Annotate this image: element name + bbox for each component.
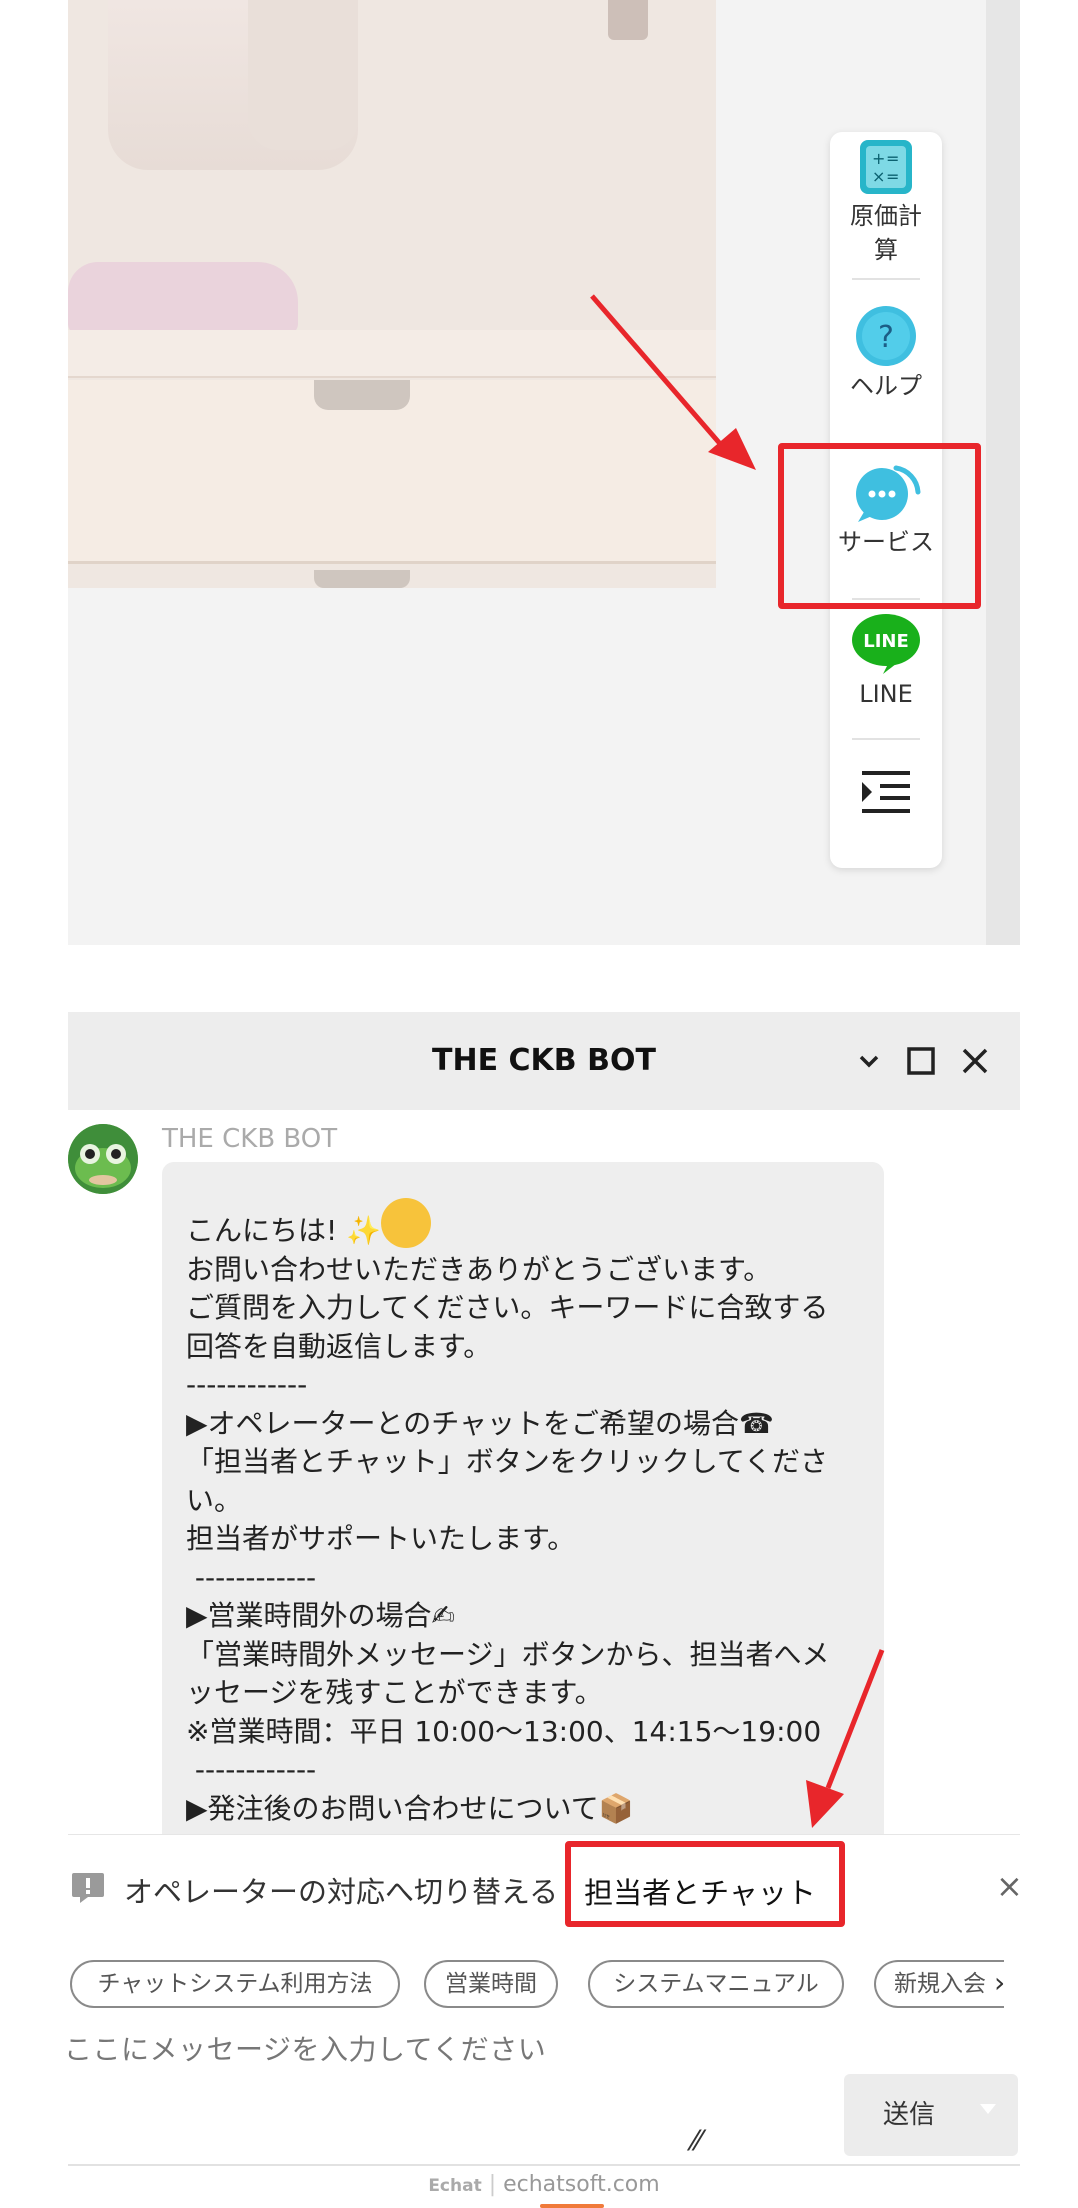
message-line: ------------	[186, 1560, 317, 1594]
message-line: ------------	[186, 1753, 317, 1786]
send-button[interactable]: 送信	[844, 2074, 1018, 2156]
scroll-right-chevron-icon[interactable]: ›	[994, 1966, 1020, 1999]
svg-text:+: +	[872, 149, 885, 168]
message-input-area[interactable]: ここにメッセージを入力してください ⁄⁄ 送信	[68, 2016, 1020, 2164]
svg-text:=: =	[886, 149, 899, 168]
svg-text:?: ?	[878, 320, 894, 355]
svg-text:×: ×	[872, 167, 885, 186]
message-line: ▶オペレーターとのチャットをご希望の場合☎	[186, 1406, 774, 1440]
website-screenshot: + = × = 原価計 算 ? ヘルプ サービス LINE LINE	[68, 0, 1020, 945]
message-line: ▶営業時間外の場合✍	[186, 1599, 455, 1632]
quick-reply-chip[interactable]: チャットシステム利用方法	[70, 1960, 400, 2008]
calculator-icon: + = × =	[860, 140, 912, 194]
toolbar-item-cost-calc[interactable]: + = × = 原価計 算	[830, 136, 942, 268]
send-options-caret-icon[interactable]	[980, 2104, 996, 2114]
toolbar-label: LINE	[859, 680, 913, 708]
message-line: い。	[186, 1483, 243, 1517]
operator-button-highlight-box	[565, 1841, 845, 1927]
message-line: 「営業時間外メッセージ」ボタンから、担当者へメ	[186, 1637, 830, 1671]
maximize-icon[interactable]	[902, 1042, 940, 1080]
menu-collapse-icon	[862, 771, 910, 813]
toolbar-label: 原価計	[850, 202, 922, 230]
message-line: こんにちは! ✨	[186, 1198, 860, 1251]
switch-bar-close-icon[interactable]: ×	[996, 1867, 1020, 1905]
message-line: ▶発注後のお問い合わせについて📦	[186, 1791, 634, 1825]
bot-avatar	[68, 1124, 138, 1194]
message-line: ------------	[186, 1368, 308, 1401]
bot-name: THE CKB BOT	[162, 1124, 338, 1154]
footer-domain: echatsoft.com	[503, 2172, 660, 2197]
svg-text:=: =	[886, 167, 899, 186]
send-label: 送信	[882, 2100, 935, 2130]
quick-reply-chip[interactable]: 営業時間	[424, 1960, 558, 2008]
operator-switch-icon	[72, 1873, 104, 1903]
message-line: 回答を自動返信します。	[186, 1329, 492, 1363]
svg-text:LINE: LINE	[863, 631, 909, 652]
powered-by-footer[interactable]: Echat | echatsoft.com	[68, 2172, 1020, 2197]
toolbar-label: ヘルプ	[850, 372, 922, 400]
quick-replies: チャットシステム利用方法 営業時間 システムマニュアル 新規入会 ›	[68, 1944, 1020, 2016]
chat-header: THE CKB BOT	[68, 1012, 1020, 1110]
message-line: ご質問を入力してください。キーワードに合致する	[186, 1291, 829, 1324]
toolbar-item-collapse[interactable]	[830, 768, 942, 816]
message-line: お問い合わせいただきありがとうございます。	[186, 1252, 772, 1286]
operator-switch-bar: オペレーターの対応へ切り替える 担当者とチャット ×	[68, 1834, 1020, 1944]
toolbar-item-help[interactable]: ? ヘルプ	[830, 304, 942, 404]
bot-message-bubble: こんにちは! ✨ お問い合わせいただきありがとうございます。 ご質問を入力してく…	[162, 1162, 884, 1882]
message-line: 担当者がサポートいたします。	[186, 1522, 576, 1555]
line-app-icon: LINE	[852, 614, 920, 674]
message-line: 「担当者とチャット」ボタンをクリックしてくださ	[186, 1445, 829, 1478]
message-line: ッセージを残すことができます。	[186, 1676, 603, 1709]
closet-photo	[68, 0, 716, 588]
service-highlight-box	[778, 443, 981, 609]
quick-reply-chip[interactable]: システムマニュアル	[588, 1960, 844, 2008]
resize-handle-icon[interactable]: ⁄⁄	[692, 2124, 701, 2157]
echat-logo: Echat	[428, 2176, 482, 2196]
sparkle-emoji-icon: ✨	[346, 1214, 382, 1247]
message-input-placeholder: ここにメッセージを入力してください	[68, 2033, 547, 2066]
quick-reply-chip[interactable]: 新規入会	[874, 1960, 1004, 2008]
minimize-chevron-icon[interactable]	[850, 1042, 888, 1080]
toolbar-label: 算	[874, 236, 898, 264]
message-line: ※営業時間：平日 10:00～13:00、14:15～19:00	[186, 1714, 822, 1748]
scrollbar-track	[986, 0, 1020, 945]
help-icon: ?	[856, 306, 916, 366]
chat-widget: THE CKB BOT THE CKB BOT こんにちは! ✨ お問い合わせい…	[68, 1012, 1020, 2208]
toolbar-item-line[interactable]: LINE LINE	[830, 612, 942, 712]
smile-emoji-icon	[381, 1198, 432, 1248]
close-icon[interactable]	[956, 1042, 994, 1080]
operator-switch-text: オペレーターの対応へ切り替える	[124, 1875, 559, 1909]
